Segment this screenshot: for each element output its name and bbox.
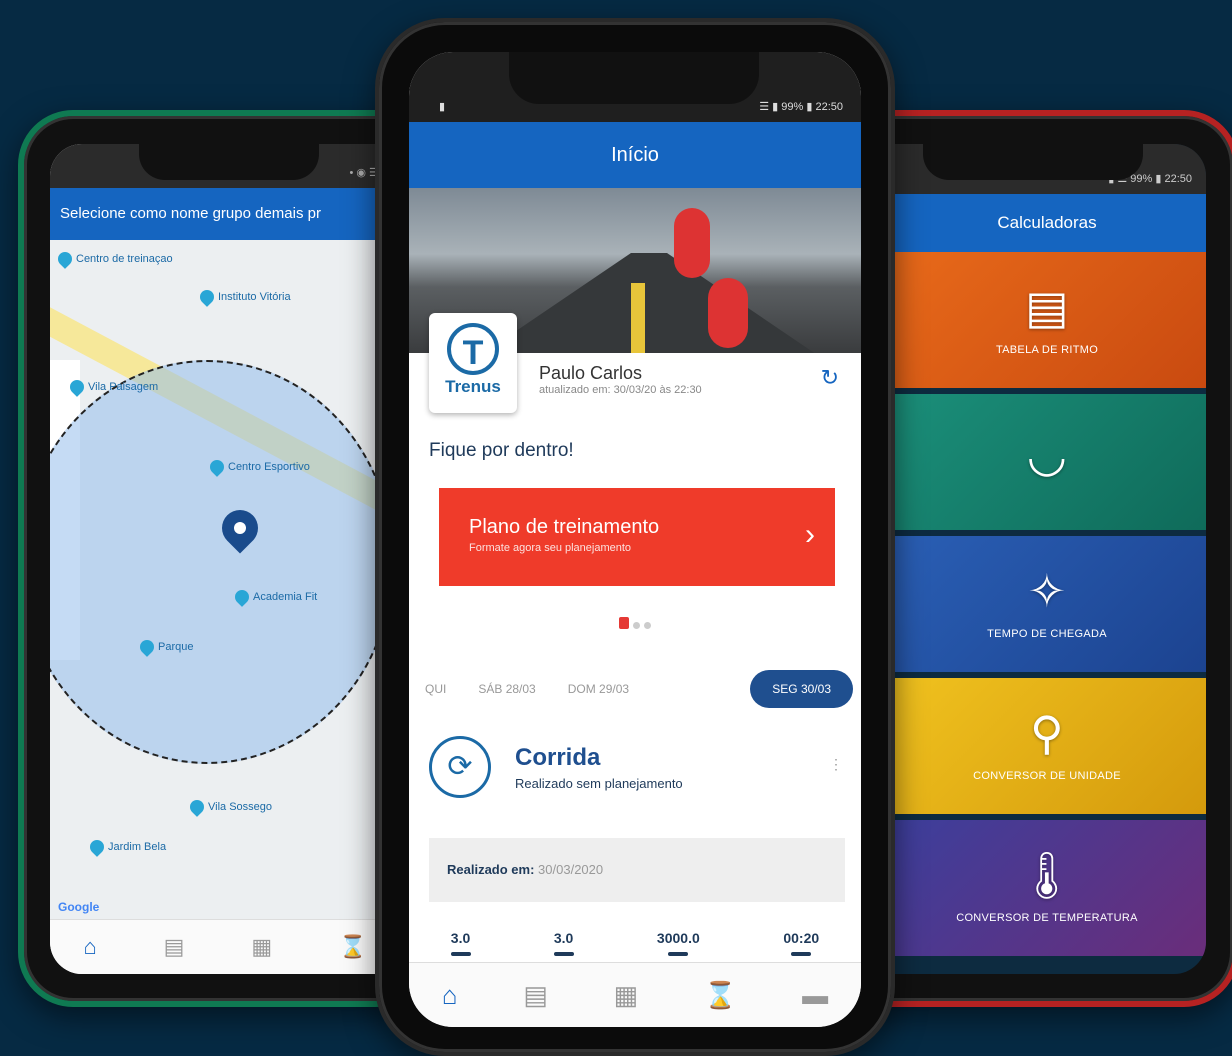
plan-title: Plano de treinamento bbox=[469, 516, 660, 538]
table-icon: ▤ bbox=[1025, 281, 1069, 333]
stat-value: 3.0 bbox=[450, 930, 472, 956]
tile-speed[interactable]: ◡ bbox=[888, 394, 1206, 530]
refresh-icon[interactable]: ↻ bbox=[821, 365, 839, 391]
training-plan-card[interactable]: Plano de treinamento Formate agora seu p… bbox=[439, 488, 835, 586]
map-pin-icon bbox=[187, 797, 207, 817]
stat-value: 3000.0 bbox=[656, 930, 700, 956]
tile-unit-converter[interactable]: ⚲ CONVERSOR DE UNIDADE bbox=[888, 678, 1206, 814]
radius-circle[interactable] bbox=[50, 360, 394, 764]
map-poi[interactable]: Centro de treinaçao bbox=[55, 249, 173, 269]
location-icon: ⚲ bbox=[1030, 707, 1064, 759]
map-pin-icon bbox=[87, 837, 107, 857]
map[interactable]: Centro de treinaçao Instituto Vitória Vi… bbox=[50, 240, 400, 920]
left-screen: • ◉ ☰ ▮ Selecione como nome grupo demais… bbox=[50, 144, 400, 974]
phone-center: ▮ ☰ ▮ 99% ▮ 22:50 Início T Trenus Paulo … bbox=[375, 18, 895, 1056]
logo-text: Trenus bbox=[445, 377, 501, 396]
finish-icon: ✧ bbox=[1027, 565, 1067, 617]
notch bbox=[509, 52, 759, 104]
map-poi[interactable]: Parque bbox=[137, 637, 193, 657]
date-item-active[interactable]: SEG 30/03 bbox=[750, 670, 853, 708]
map-pin-icon bbox=[137, 637, 157, 657]
chat-icon[interactable]: ▤ bbox=[523, 980, 548, 1011]
hero-road bbox=[469, 253, 829, 353]
page-title: Calculadoras bbox=[888, 194, 1206, 252]
activity-title: Corrida bbox=[515, 743, 601, 771]
map-poi[interactable]: Instituto Vitória bbox=[197, 287, 291, 307]
bottom-nav: ⌂ ▤ ▦ ⌛ ▬ bbox=[409, 962, 861, 1027]
shoe-right bbox=[708, 278, 748, 348]
stat-value: 00:20 bbox=[783, 930, 820, 956]
activity-subtitle: Realizado sem planejamento bbox=[515, 775, 683, 791]
shoe-left bbox=[674, 208, 710, 278]
running-icon: ⟳ bbox=[429, 736, 491, 798]
carousel-dot[interactable] bbox=[644, 622, 651, 629]
tile-pace-table[interactable]: ▤ TABELA DE RITMO bbox=[888, 252, 1206, 388]
group-header[interactable]: Selecione como nome grupo demais pr bbox=[50, 188, 400, 240]
right-screen: ▮ ☰ 99% ▮ 22:50 Calculadoras ▤ TABELA DE… bbox=[888, 144, 1206, 974]
brand-logo: T Trenus bbox=[429, 313, 517, 413]
map-pin-icon bbox=[207, 457, 227, 477]
date-selector: QUI SÁB 28/03 DOM 29/03 SEG 30/03 bbox=[409, 670, 861, 708]
date-item[interactable]: DOM 29/03 bbox=[552, 672, 645, 706]
home-icon[interactable]: ⌂ bbox=[83, 934, 96, 960]
more-icon[interactable]: ⋮ bbox=[829, 756, 843, 773]
chat-icon[interactable]: ▤ bbox=[164, 934, 185, 960]
activity-item[interactable]: ⟳ Corrida Realizado sem planejamento ⋮ bbox=[409, 736, 861, 798]
carousel-dot[interactable] bbox=[633, 622, 640, 629]
profile-section: T Trenus Paulo Carlos atualizado em: 30/… bbox=[409, 313, 861, 448]
clipboard-icon[interactable]: ▦ bbox=[614, 980, 639, 1011]
profile-name: Paulo Carlos bbox=[539, 363, 643, 383]
card-icon[interactable]: ▬ bbox=[802, 980, 828, 1011]
notch bbox=[923, 144, 1143, 180]
page-title: Início bbox=[409, 122, 861, 188]
chevron-right-icon: › bbox=[805, 518, 815, 551]
map-pin-icon bbox=[67, 377, 87, 397]
map-pin-icon bbox=[232, 587, 252, 607]
stat-value: 3.0 bbox=[553, 930, 575, 956]
tile-temperature-converter[interactable]: 🌡 CONVERSOR DE TEMPERATURA bbox=[888, 820, 1206, 956]
thermometer-icon: 🌡 bbox=[1017, 849, 1077, 901]
activity-stats: 3.0 3.0 3000.0 00:20 bbox=[409, 930, 861, 956]
google-logo: Google bbox=[58, 900, 100, 914]
map-poi[interactable]: Vila Paisagem bbox=[67, 377, 158, 397]
map-pin-icon bbox=[197, 287, 217, 307]
date-item[interactable]: SÁB 28/03 bbox=[462, 672, 551, 706]
map-poi[interactable]: Centro Esportivo bbox=[207, 457, 310, 477]
map-pin-icon bbox=[55, 249, 75, 269]
tile-finish-time[interactable]: ✧ TEMPO DE CHEGADA bbox=[888, 536, 1206, 672]
logo-mark: T bbox=[447, 323, 499, 375]
home-icon[interactable]: ⌂ bbox=[442, 980, 458, 1011]
center-screen: ▮ ☰ ▮ 99% ▮ 22:50 Início T Trenus Paulo … bbox=[409, 52, 861, 1027]
map-poi[interactable]: Jardim Bela bbox=[87, 837, 166, 857]
map-poi[interactable]: Academia Fit bbox=[232, 587, 317, 607]
notch bbox=[139, 144, 319, 180]
watch-icon[interactable]: ⌛ bbox=[704, 980, 736, 1011]
watch-icon[interactable]: ⌛ bbox=[339, 934, 366, 960]
profile-update-time: atualizado em: 30/03/20 às 22:30 bbox=[539, 384, 702, 396]
done-date: Realizado em: 30/03/2020 bbox=[429, 838, 845, 902]
speedometer-icon: ◡ bbox=[1026, 429, 1068, 481]
runner-image bbox=[664, 188, 754, 353]
carousel-dots bbox=[409, 616, 861, 634]
map-poi[interactable]: Vila Sossego bbox=[187, 797, 272, 817]
bottom-nav: ⌂ ▤ ▦ ⌛ bbox=[50, 919, 400, 974]
date-item[interactable]: QUI bbox=[409, 672, 462, 706]
carousel-dot[interactable] bbox=[619, 617, 629, 629]
clipboard-icon[interactable]: ▦ bbox=[251, 934, 272, 960]
hero-road-stripe bbox=[631, 283, 645, 353]
phone-left: • ◉ ☰ ▮ Selecione como nome grupo demais… bbox=[18, 110, 430, 1007]
plan-subtitle: Formate agora seu planejamento bbox=[469, 542, 632, 554]
